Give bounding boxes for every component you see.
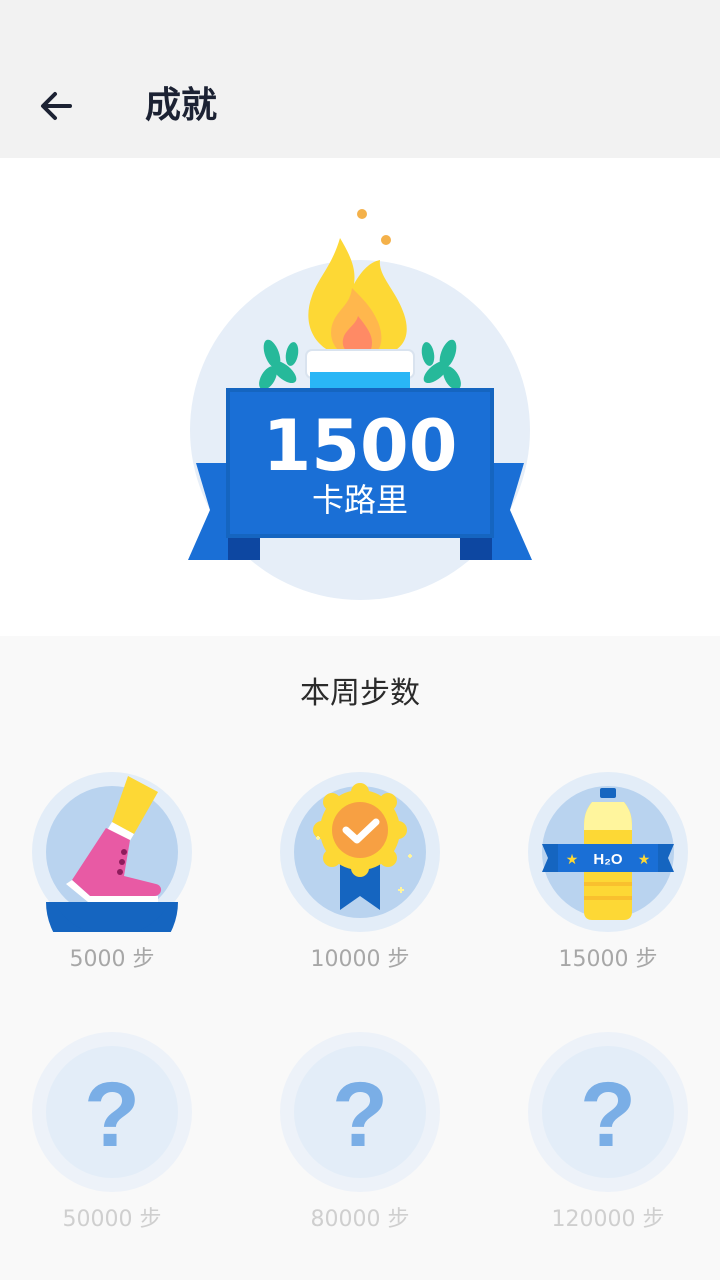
- svg-text:?: ?: [580, 1064, 636, 1166]
- calorie-value: 1500: [262, 405, 458, 487]
- svg-text:★: ★: [638, 852, 651, 868]
- badge-50000-steps[interactable]: ? 50000 步: [27, 1032, 197, 1242]
- question-mark-icon: ?: [280, 1032, 440, 1192]
- back-button[interactable]: [30, 80, 82, 132]
- question-mark-icon: ?: [32, 1032, 192, 1192]
- water-bottle-icon: H₂O ★ ★: [528, 772, 688, 932]
- badge-label: 80000 步: [310, 1207, 410, 1232]
- badge-80000-steps[interactable]: ? 80000 步: [275, 1032, 445, 1242]
- app-bar: 成就: [0, 0, 720, 158]
- section-title: 本周步数: [300, 676, 420, 711]
- badge-10000-steps[interactable]: 10000 步: [275, 772, 445, 982]
- badge-label: 15000 步: [558, 947, 658, 972]
- back-arrow-icon: [41, 92, 72, 120]
- question-mark-icon: ?: [528, 1032, 688, 1192]
- torch-flame-icon: [188, 209, 532, 600]
- svg-text:★: ★: [566, 852, 579, 868]
- svg-text:?: ?: [332, 1064, 388, 1166]
- calorie-achievement-card: 1500 卡路里: [0, 158, 720, 636]
- calorie-unit: 卡路里: [311, 481, 408, 519]
- badge-label: 10000 步: [310, 947, 410, 972]
- badge-label: 50000 步: [62, 1207, 162, 1232]
- page-title: 成就: [145, 85, 218, 126]
- badge-120000-steps[interactable]: ? 120000 步: [523, 1032, 693, 1242]
- sneaker-icon: [32, 772, 192, 932]
- badge-label: 120000 步: [551, 1207, 665, 1232]
- water-label: H₂O: [593, 851, 622, 868]
- badge-5000-steps[interactable]: 5000 步: [27, 772, 197, 982]
- medal-icon: [280, 772, 440, 932]
- svg-text:?: ?: [84, 1064, 140, 1166]
- badge-15000-steps[interactable]: H₂O ★ ★ 15000 步: [523, 772, 693, 982]
- badge-label: 5000 步: [69, 947, 155, 972]
